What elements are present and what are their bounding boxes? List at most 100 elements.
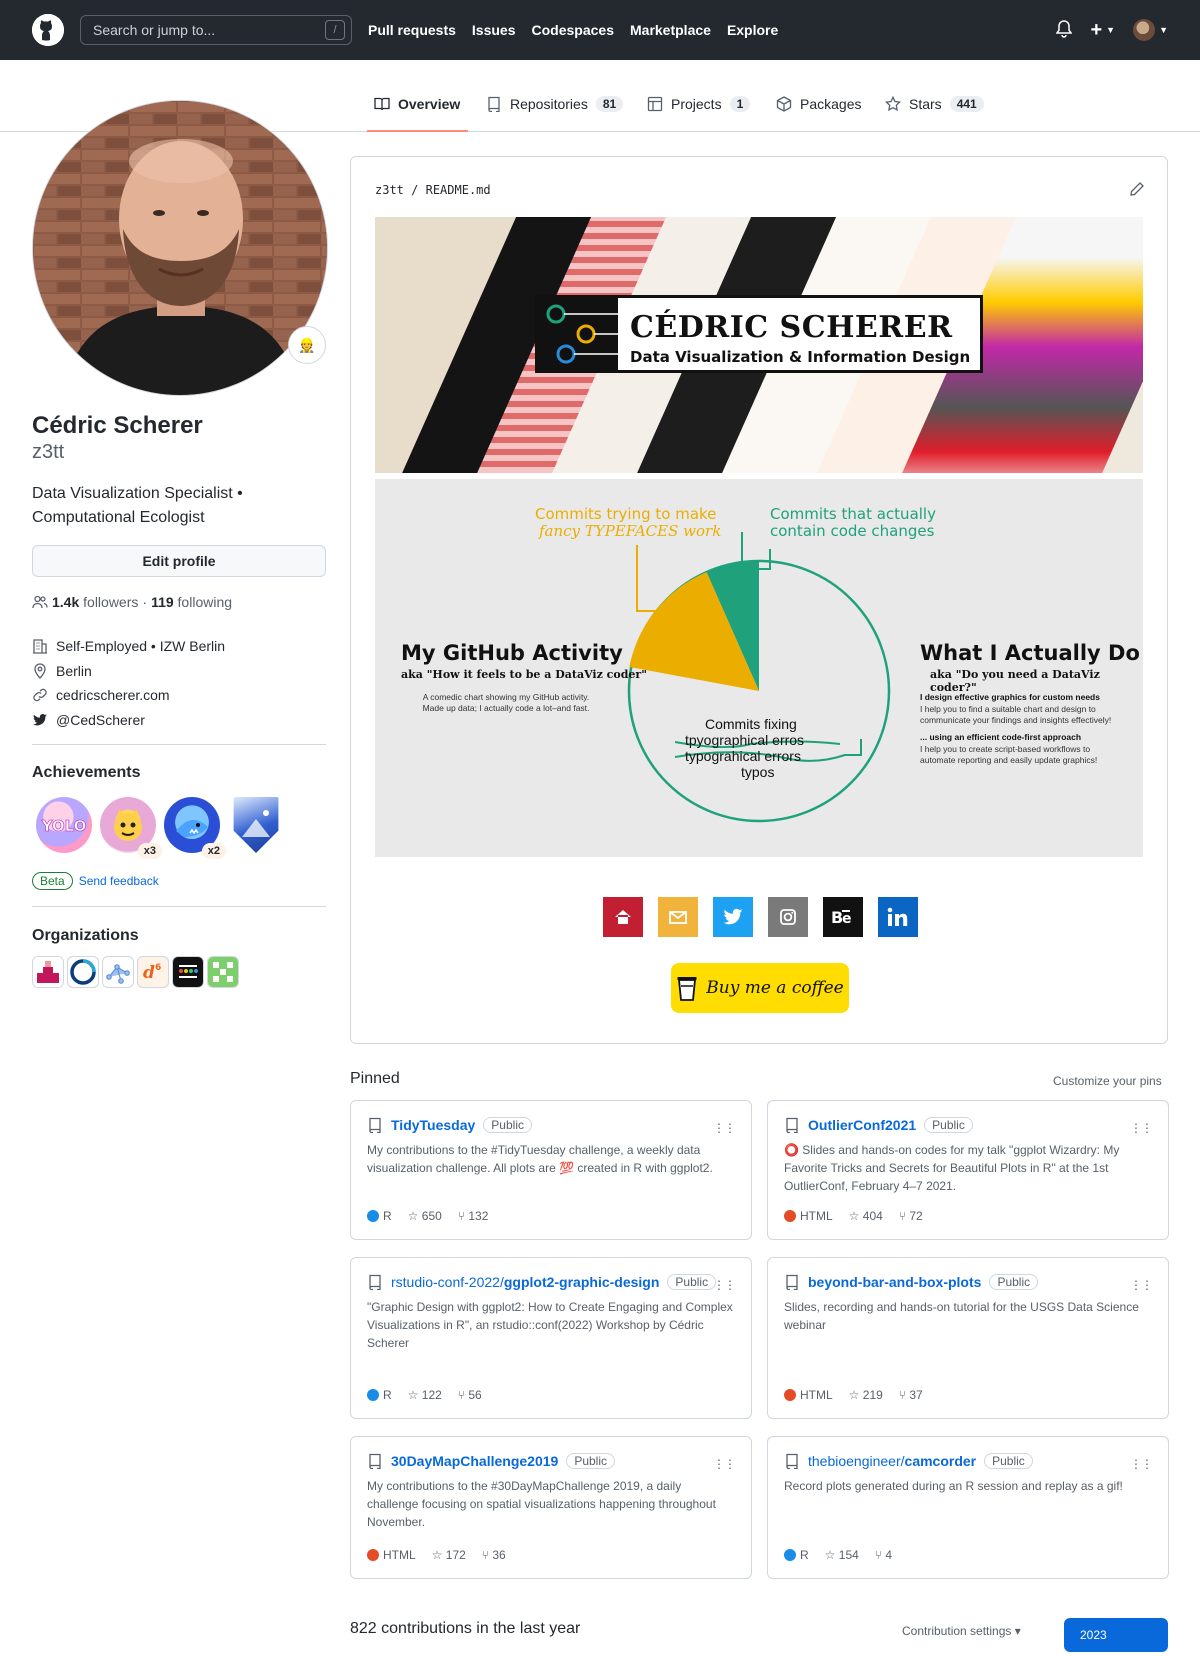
user-menu[interactable]: ▼ [1133, 19, 1168, 41]
nav-marketplace[interactable]: Marketplace [630, 22, 711, 38]
activity-right-text-1: I help you to find a suitable chart and … [920, 704, 1112, 725]
repo-forks-link[interactable]: ⑂ 132 [458, 1209, 489, 1223]
tab-repositories-label: Repositories [510, 96, 588, 112]
github-logo-icon[interactable] [32, 14, 64, 46]
contribution-settings-dropdown[interactable]: Contribution settings ▾ [902, 1624, 1021, 1638]
github-activity-graphic: Commits trying to make fancy TYPEFACES w… [375, 479, 1143, 857]
achievement-yolo[interactable]: YOLO [36, 797, 92, 853]
following-link[interactable]: 119 following [151, 594, 232, 610]
twitter-social-icon[interactable] [713, 897, 753, 937]
activity-left-aka: aka "How it feels to be a DataViz coder" [401, 668, 647, 681]
readme-path-separator: / [411, 183, 419, 197]
drag-handle-icon[interactable]: ⋮⋮ [713, 1278, 736, 1292]
website-home-icon[interactable] [603, 897, 643, 937]
achievement-arctic-code-vault[interactable] [233, 797, 279, 853]
achievement-pull-shark[interactable]: x2 [164, 797, 226, 859]
org-avatar-30daychart[interactable] [172, 956, 204, 988]
repo-name-link[interactable]: thebioengineer/camcorder [808, 1453, 976, 1469]
tab-packages-label: Packages [800, 96, 862, 112]
nav-codespaces[interactable]: Codespaces [532, 22, 614, 38]
tab-projects-label: Projects [671, 96, 722, 112]
email-icon[interactable] [658, 897, 698, 937]
search-input[interactable]: Search or jump to... / [80, 15, 352, 45]
label-fancy-line1: Commits trying to make [535, 505, 717, 523]
language-color-dot [784, 1549, 796, 1561]
visibility-badge: Public [483, 1117, 532, 1133]
repo-forks-link[interactable]: ⑂ 4 [875, 1548, 892, 1562]
language-color-dot [367, 1210, 379, 1222]
achievement-quickdraw[interactable]: x3 [100, 797, 162, 859]
people-icon [32, 595, 48, 609]
followers-label: followers [83, 594, 139, 610]
repo-name-link[interactable]: rstudio-conf-2022/ggplot2-graphic-design [391, 1274, 659, 1290]
drag-handle-icon[interactable]: ⋮⋮ [713, 1457, 736, 1471]
repo-stars-link[interactable]: ☆ 404 [849, 1209, 883, 1223]
label-code-line2: contain code changes [770, 522, 935, 540]
org-avatar-2[interactable] [67, 956, 99, 988]
year-2023-button[interactable]: 2023 [1064, 1618, 1168, 1652]
repo-forks-link[interactable]: ⑂ 36 [482, 1548, 506, 1562]
projects-count: 1 [729, 96, 751, 112]
profile-readme: z3tt / README.md CÉDRIC SCHERER Data Vis… [350, 156, 1168, 1044]
repo-stars-link[interactable]: ☆ 172 [432, 1548, 466, 1562]
org-avatar-6[interactable] [207, 956, 239, 988]
achievements-title: Achievements [32, 764, 141, 781]
repo-stars-link[interactable]: ☆ 650 [408, 1209, 442, 1223]
drag-handle-icon[interactable]: ⋮⋮ [1130, 1457, 1153, 1471]
repo-forks-link[interactable]: ⑂ 37 [899, 1388, 923, 1402]
profile-avatar[interactable] [32, 100, 328, 396]
repo-stars-link[interactable]: ☆ 122 [408, 1388, 442, 1402]
behance-icon[interactable]: Be [823, 897, 863, 937]
bell-icon[interactable] [1056, 19, 1073, 41]
language-name: R [800, 1548, 809, 1562]
repo-description: ⭕ Slides and hands-on codes for my talk … [784, 1143, 1120, 1193]
create-new-menu[interactable]: + ▼ [1090, 19, 1115, 42]
repo-forks-link[interactable]: ⑂ 56 [458, 1388, 482, 1402]
linkedin-icon[interactable] [878, 897, 918, 937]
repo-stars-link[interactable]: ☆ 154 [825, 1548, 859, 1562]
buy-me-a-coffee-button[interactable]: Buy me a coffee [671, 963, 849, 1013]
instagram-icon[interactable] [768, 897, 808, 937]
tab-packages[interactable]: Packages [776, 96, 861, 132]
readme-path: z3tt / README.md [375, 183, 491, 197]
repo-meta: R ☆ 650 ⑂ 132 [367, 1209, 488, 1223]
readme-path-user[interactable]: z3tt [375, 183, 404, 197]
customize-pins-link[interactable]: Customize your pins [1053, 1074, 1162, 1088]
status-emoji-button[interactable]: 👷 [288, 326, 326, 364]
org-avatar-3[interactable] [102, 956, 134, 988]
tab-repositories[interactable]: Repositories 81 [486, 96, 624, 132]
repo-forks-link[interactable]: ⑂ 72 [899, 1209, 923, 1223]
nav-issues[interactable]: Issues [472, 22, 516, 38]
website-item[interactable]: cedricscherer.com [32, 683, 326, 708]
nav-explore[interactable]: Explore [727, 22, 778, 38]
tab-projects[interactable]: Projects 1 [647, 96, 751, 132]
repo-stars-link[interactable]: ☆ 219 [849, 1388, 883, 1402]
repo-name-link[interactable]: TidyTuesday [391, 1117, 475, 1133]
twitter-link[interactable]: @CedScherer [56, 712, 145, 728]
drag-handle-icon[interactable]: ⋮⋮ [1130, 1121, 1153, 1135]
twitter-item[interactable]: @CedScherer [32, 708, 326, 733]
label-typos-line4: typos [741, 764, 775, 780]
repo-language: HTML [367, 1548, 416, 1562]
website-link[interactable]: cedricscherer.com [56, 687, 170, 703]
repo-meta: HTML ☆ 404 ⑂ 72 [784, 1209, 923, 1223]
repo-name-link[interactable]: beyond-bar-and-box-plots [808, 1274, 981, 1290]
followers-link[interactable]: 1.4k followers [52, 594, 138, 610]
tab-overview[interactable]: Overview [367, 96, 468, 132]
stars-count: 172 [445, 1548, 466, 1562]
label-fancy-line2: fancy TYPEFACES work [539, 522, 722, 540]
pull-shark-multiplier: x2 [201, 843, 226, 859]
pinned-title: Pinned [350, 1070, 400, 1087]
tab-stars[interactable]: Stars 441 [885, 96, 984, 132]
org-avatar-izw[interactable]: d6 [137, 956, 169, 988]
svg-text:d: d [143, 963, 155, 983]
send-feedback-link[interactable]: Send feedback [79, 874, 159, 888]
drag-handle-icon[interactable]: ⋮⋮ [1130, 1278, 1153, 1292]
nav-pull-requests[interactable]: Pull requests [368, 22, 456, 38]
edit-profile-button[interactable]: Edit profile [32, 545, 326, 577]
repo-name-link[interactable]: OutlierConf2021 [808, 1117, 916, 1133]
org-avatar-1[interactable] [32, 956, 64, 988]
edit-readme-pencil-icon[interactable] [1129, 181, 1145, 201]
drag-handle-icon[interactable]: ⋮⋮ [713, 1121, 736, 1135]
repo-name-link[interactable]: 30DayMapChallenge2019 [391, 1453, 558, 1469]
